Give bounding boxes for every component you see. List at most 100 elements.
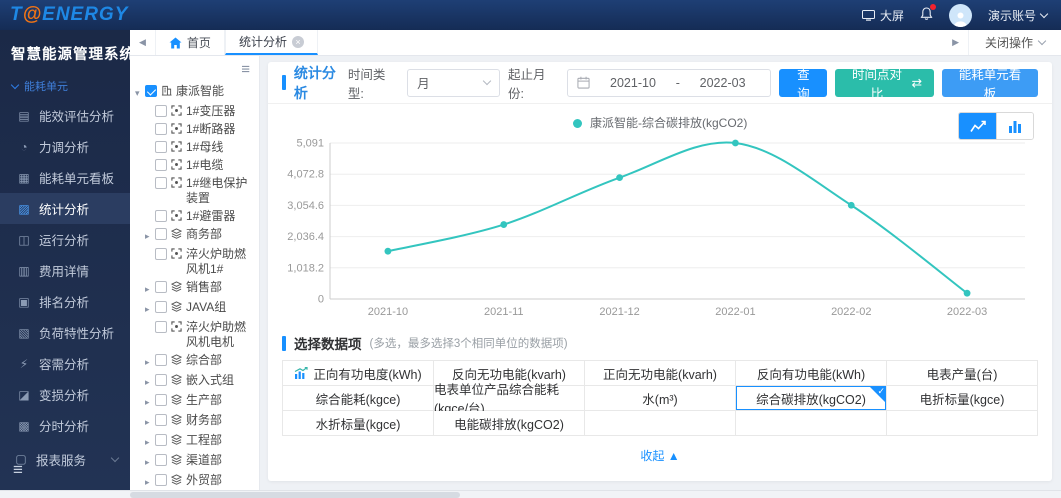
tree-expander-icon[interactable]: ▸ — [145, 393, 155, 410]
tree-checkbox[interactable] — [155, 300, 167, 313]
tree-item[interactable]: 1#断路器 — [140, 120, 259, 138]
tree-item[interactable]: ▸ 综合部 — [140, 351, 259, 371]
tree-item[interactable]: 淬火炉助燃风机1# — [140, 245, 259, 278]
tree-item[interactable]: ▸ JAVA组 — [140, 298, 259, 318]
tree-checkbox[interactable] — [155, 280, 167, 293]
tree-checkbox[interactable] — [145, 84, 157, 97]
tree-checkbox[interactable] — [155, 209, 167, 222]
data-item-cell[interactable]: 水折标量(kgce) — [283, 411, 434, 436]
tree-item[interactable]: 1#变压器 — [140, 102, 259, 120]
sidebar-item[interactable]: ◔ 力调分析 — [0, 131, 130, 162]
tree-item[interactable]: ▸ 财务部 — [140, 411, 259, 431]
data-item-cell[interactable]: 正向无功电能(kvarh) — [585, 361, 736, 386]
tree-expander-icon[interactable]: ▸ — [145, 453, 155, 470]
data-item-cell[interactable]: 电表单位产品综合能耗(kgce/台) — [434, 383, 585, 416]
sidebar-item[interactable]: ▦ 能耗单元看板 — [0, 162, 130, 193]
tree-item[interactable]: 淬火炉助燃风机电机 — [140, 318, 259, 351]
tree-checkbox[interactable] — [155, 122, 167, 135]
sidebar-collapse-icon[interactable]: ≡ — [13, 461, 23, 478]
line-chart[interactable]: 0 1,018.2 2,036.4 3,054.6 4,072.8 5,091 2021-1… — [282, 134, 1039, 326]
sidebar-item[interactable]: ◪ 变损分析 — [0, 379, 130, 410]
tree-expander-icon[interactable] — [145, 176, 155, 178]
avatar[interactable] — [948, 3, 972, 27]
query-button[interactable]: 查询 — [779, 68, 828, 101]
tree-item[interactable]: ▸ 渠道部 — [140, 451, 259, 471]
tree-item[interactable]: 1#母线 — [140, 138, 259, 156]
tree-item[interactable]: ▾ 康派智能 — [130, 82, 259, 102]
tree-expander-icon[interactable] — [145, 122, 155, 124]
tree-expander-icon[interactable]: ▸ — [145, 227, 155, 244]
tree-item[interactable]: ▸ 商务部 — [140, 225, 259, 245]
data-item-cell[interactable] — [736, 411, 887, 436]
data-item-cell[interactable]: 反向有功电能(kWh) — [736, 361, 887, 386]
tree-expander-icon[interactable]: ▸ — [145, 413, 155, 430]
month-range-picker[interactable]: 2021-10 - 2022-03 — [567, 68, 772, 97]
data-item-cell[interactable]: 正向有功电度(kWh) — [283, 361, 434, 386]
tab-home[interactable]: 首页 — [154, 30, 225, 55]
data-item-cell[interactable] — [887, 411, 1038, 436]
tree-item[interactable]: ▸ 生产部 — [140, 391, 259, 411]
tree-expander-icon[interactable] — [145, 209, 155, 211]
close-operations-menu[interactable]: 关闭操作 — [967, 30, 1061, 55]
tree-checkbox[interactable] — [155, 353, 167, 366]
account-menu[interactable]: 演示账号 — [988, 7, 1049, 24]
sidebar-item[interactable]: ▩ 分时分析 — [0, 410, 130, 441]
collapse-link[interactable]: 收起 ▲ — [268, 436, 1052, 468]
sidebar-item[interactable]: ▣ 排名分析 — [0, 286, 130, 317]
sidebar-item[interactable]: ▥ 费用详情 — [0, 255, 130, 286]
range-end-value[interactable]: 2022-03 — [684, 76, 761, 90]
tab-statistics-analysis[interactable]: 统计分析 × — [224, 30, 318, 55]
big-screen-button[interactable]: 大屏 — [861, 7, 904, 24]
line-chart-toggle-button[interactable] — [959, 113, 996, 139]
sidebar-item[interactable]: ⚡ 容需分析 — [0, 348, 130, 379]
tree-checkbox[interactable] — [155, 473, 167, 486]
data-item-cell[interactable]: 电能碳排放(kgCO2) — [434, 411, 585, 436]
sidebar-item[interactable]: ▧ 负荷特性分析 — [0, 317, 130, 348]
data-item-cell[interactable]: 综合能耗(kgce) — [283, 386, 434, 411]
tree-item[interactable]: 1#避雷器 — [140, 207, 259, 225]
tree-expander-icon[interactable]: ▸ — [145, 433, 155, 450]
time-type-select[interactable]: 月 — [407, 68, 500, 97]
data-item-cell[interactable]: 综合碳排放(kgCO2) — [736, 386, 887, 411]
horizontal-scrollbar[interactable] — [0, 490, 1061, 498]
tree-expander-icon[interactable]: ▸ — [145, 373, 155, 390]
tree-checkbox[interactable] — [155, 140, 167, 153]
tree-collapse-icon[interactable]: ≡ — [241, 62, 250, 77]
chart-legend[interactable]: 康派智能-综合碳排放(kgCO2) — [268, 114, 1052, 132]
tree-checkbox[interactable] — [155, 453, 167, 466]
tree-checkbox[interactable] — [155, 320, 167, 333]
notifications-button[interactable] — [920, 3, 936, 24]
tree-expander-icon[interactable]: ▸ — [145, 280, 155, 297]
sidebar-section-energy-unit[interactable]: 能耗单元 — [0, 74, 130, 100]
energy-unit-board-button[interactable]: 能耗单元看板 — [942, 68, 1039, 101]
tabs-scroll-left-button[interactable]: ◀ — [130, 30, 155, 55]
tree-expander-icon[interactable]: ▸ — [145, 353, 155, 370]
tree-checkbox[interactable] — [155, 433, 167, 446]
data-item-cell[interactable]: 电表产量(台) — [887, 361, 1038, 386]
sidebar-item[interactable]: ▨ 统计分析 — [0, 193, 130, 224]
data-item-cell[interactable] — [585, 411, 736, 436]
scrollbar-thumb[interactable] — [130, 492, 460, 498]
tree-checkbox[interactable] — [155, 373, 167, 386]
tree-item[interactable]: ▸ 嵌入式组 — [140, 371, 259, 391]
sidebar-item[interactable]: ▤ 能效评估分析 — [0, 100, 130, 131]
sidebar-item[interactable]: ◫ 运行分析 — [0, 224, 130, 255]
tree-expander-icon[interactable]: ▾ — [135, 84, 145, 101]
tab-close-icon[interactable]: × — [291, 35, 304, 48]
data-item-cell[interactable]: 水(m³) — [585, 386, 736, 411]
tabs-scroll-right-button[interactable]: ▶ — [943, 30, 968, 55]
data-item-cell[interactable]: 电折标量(kgce) — [887, 386, 1038, 411]
tree-checkbox[interactable] — [155, 176, 167, 189]
tree-checkbox[interactable] — [155, 158, 167, 171]
time-compare-button[interactable]: 时间点对比 ⇄ — [835, 68, 935, 101]
bar-chart-toggle-button[interactable] — [996, 113, 1033, 139]
tree-item[interactable]: ▸ 销售部 — [140, 278, 259, 298]
range-start-value[interactable]: 2021-10 — [594, 76, 671, 90]
tree-item[interactable]: ▸ 外贸部 — [140, 471, 259, 490]
tree-checkbox[interactable] — [155, 247, 167, 260]
tree-expander-icon[interactable] — [145, 247, 155, 249]
tree-checkbox[interactable] — [155, 104, 167, 117]
tree-expander-icon[interactable]: ▸ — [145, 300, 155, 317]
tree-item[interactable]: ▸ 工程部 — [140, 431, 259, 451]
tree-checkbox[interactable] — [155, 227, 167, 240]
